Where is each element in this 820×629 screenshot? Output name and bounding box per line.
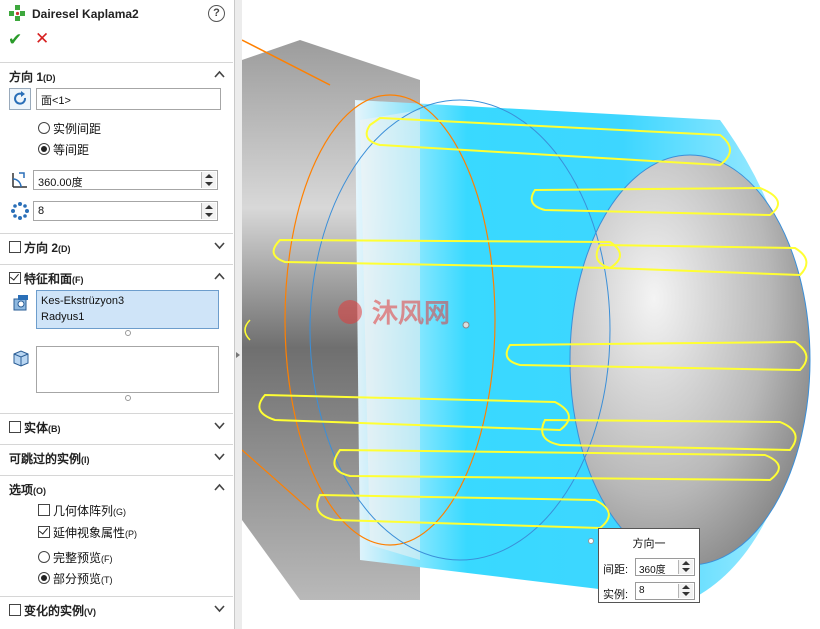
feature-item[interactable]: Radyus1 — [37, 309, 218, 325]
circular-pattern-icon — [9, 5, 25, 21]
skip-instances-title: 可跳过的实例 — [9, 452, 82, 466]
radio-partial-preview[interactable]: 部分预览(T) — [38, 570, 113, 587]
resize-handle[interactable] — [125, 395, 131, 401]
radio-equal-spacing[interactable]: 等间距 — [38, 141, 89, 158]
ok-check-icon[interactable]: ✔ — [8, 30, 22, 50]
callout-count-value: 8 — [639, 585, 645, 596]
features-to-pattern-icon — [13, 295, 28, 311]
geometry-pattern-label: 几何体阵列 — [53, 504, 114, 518]
section-features-faces-header[interactable]: 特征和面(F) — [0, 264, 233, 289]
chevron-down-icon[interactable] — [214, 603, 225, 614]
vary-instances-title: 变化的实例 — [24, 604, 85, 618]
property-manager-panel: Dairesel Kaplama2 ? ✔ ✕ 方向 1(D) 面<1> 实例间… — [0, 0, 235, 629]
radio-equal-spacing-label: 等间距 — [53, 143, 90, 157]
partial-preview-label: 部分预览 — [53, 572, 102, 586]
bodies-key: (B) — [48, 424, 61, 434]
angle-icon — [12, 172, 27, 188]
callout-spacing-spinner[interactable] — [678, 560, 693, 574]
callout-anchor[interactable] — [588, 538, 594, 544]
propagate-visual-key: (P) — [125, 529, 138, 539]
chevron-up-icon[interactable] — [214, 271, 225, 282]
section-options-header[interactable]: 选项(O) — [0, 475, 233, 500]
chevron-up-icon[interactable] — [214, 69, 225, 80]
full-preview-button[interactable] — [38, 551, 50, 563]
faces-list[interactable] — [36, 346, 219, 393]
feature-item[interactable]: Kes-Ekstrüzyon3 — [37, 293, 218, 309]
feature-header: Dairesel Kaplama2 ? — [8, 4, 228, 24]
partial-preview-key: (T) — [101, 575, 113, 585]
chevron-down-icon[interactable] — [214, 240, 225, 251]
section-direction2-header[interactable]: 方向 2(D) — [0, 233, 233, 258]
instance-count-icon — [11, 202, 29, 220]
callout-count-input[interactable]: 8 — [635, 582, 695, 600]
resize-handle[interactable] — [125, 330, 131, 336]
feature-title: Dairesel Kaplama2 — [32, 7, 139, 21]
chevron-down-icon[interactable] — [214, 420, 225, 431]
direction-face-field[interactable]: 面<1> — [36, 88, 221, 110]
callout-count-label: 实例: — [603, 589, 629, 601]
panel-splitter[interactable] — [235, 0, 242, 629]
cylinder-model: 沐风网 — [242, 39, 811, 600]
full-preview-key: (F) — [101, 554, 113, 564]
callout-count-spinner[interactable] — [678, 584, 693, 598]
direction2-checkbox[interactable] — [9, 241, 21, 253]
radio-instance-spacing[interactable]: 实例间距 — [38, 120, 101, 137]
vary-instances-key: (V) — [84, 607, 97, 617]
full-preview-label: 完整预览 — [53, 551, 102, 565]
reverse-direction-icon[interactable] — [9, 88, 31, 110]
checkbox-propagate-visual[interactable]: 延伸视象属性(P) — [38, 524, 137, 541]
direction2-key: (D) — [58, 244, 71, 254]
section-bodies-header[interactable]: 实体(B) — [0, 413, 233, 438]
collapse-arrow-icon[interactable] — [236, 352, 240, 358]
section-vary-instances-header[interactable]: 变化的实例(V) — [0, 596, 233, 621]
angle-spinner[interactable] — [201, 172, 216, 188]
chevron-up-icon[interactable] — [214, 482, 225, 493]
count-spinner[interactable] — [201, 203, 216, 219]
angle-value: 360.00度 — [38, 177, 83, 189]
callout-spacing-input[interactable]: 360度 — [635, 558, 695, 576]
help-icon[interactable]: ? — [208, 5, 225, 22]
graphics-viewport[interactable]: 沐风网 — [242, 0, 820, 629]
radio-instance-spacing-button[interactable] — [38, 122, 50, 134]
features-list[interactable]: Kes-Ekstrüzyon3 Radyus1 — [36, 290, 219, 329]
pattern-callout[interactable]: 方向一 间距: 360度 实例: 8 — [598, 528, 700, 603]
cancel-x-icon[interactable]: ✕ — [35, 29, 49, 49]
callout-spacing-label: 间距: — [603, 564, 629, 576]
geometry-pattern-key: (G) — [113, 507, 127, 517]
radio-equal-spacing-button[interactable] — [38, 143, 50, 155]
features-faces-checkbox[interactable] — [9, 272, 21, 284]
callout-title: 方向一 — [632, 538, 666, 550]
svg-text:沐风网: 沐风网 — [372, 299, 450, 329]
instance-count-value: 8 — [38, 205, 45, 217]
section-skip-instances-header[interactable]: 可跳过的实例(I) — [0, 444, 233, 469]
radio-instance-spacing-label: 实例间距 — [53, 122, 102, 136]
features-faces-title: 特征和面 — [24, 272, 73, 286]
direction2-title: 方向 2 — [24, 241, 59, 255]
geometry-pattern-box[interactable] — [38, 504, 50, 516]
chevron-down-icon[interactable] — [214, 451, 225, 462]
section-direction1-header[interactable]: 方向 1(D) — [0, 62, 233, 87]
partial-preview-button[interactable] — [38, 572, 50, 584]
direction1-title: 方向 1 — [9, 70, 44, 84]
propagate-visual-label: 延伸视象属性 — [53, 526, 126, 540]
instance-count-input[interactable]: 8 — [33, 201, 218, 221]
options-key: (O) — [33, 486, 47, 496]
options-title: 选项 — [9, 483, 34, 497]
faces-to-pattern-icon — [13, 350, 29, 367]
bodies-title: 实体 — [24, 421, 49, 435]
propagate-visual-box[interactable] — [38, 526, 50, 538]
direction1-key: (D) — [43, 73, 56, 83]
callout-spacing-value: 360度 — [639, 565, 666, 576]
angle-input[interactable]: 360.00度 — [33, 170, 218, 190]
vary-instances-checkbox[interactable] — [9, 604, 21, 616]
checkbox-geometry-pattern[interactable]: 几何体阵列(G) — [38, 502, 126, 519]
bodies-checkbox[interactable] — [9, 421, 21, 433]
radio-full-preview[interactable]: 完整预览(F) — [38, 549, 113, 566]
skip-instances-key: (I) — [81, 455, 90, 465]
features-faces-key: (F) — [72, 275, 84, 285]
